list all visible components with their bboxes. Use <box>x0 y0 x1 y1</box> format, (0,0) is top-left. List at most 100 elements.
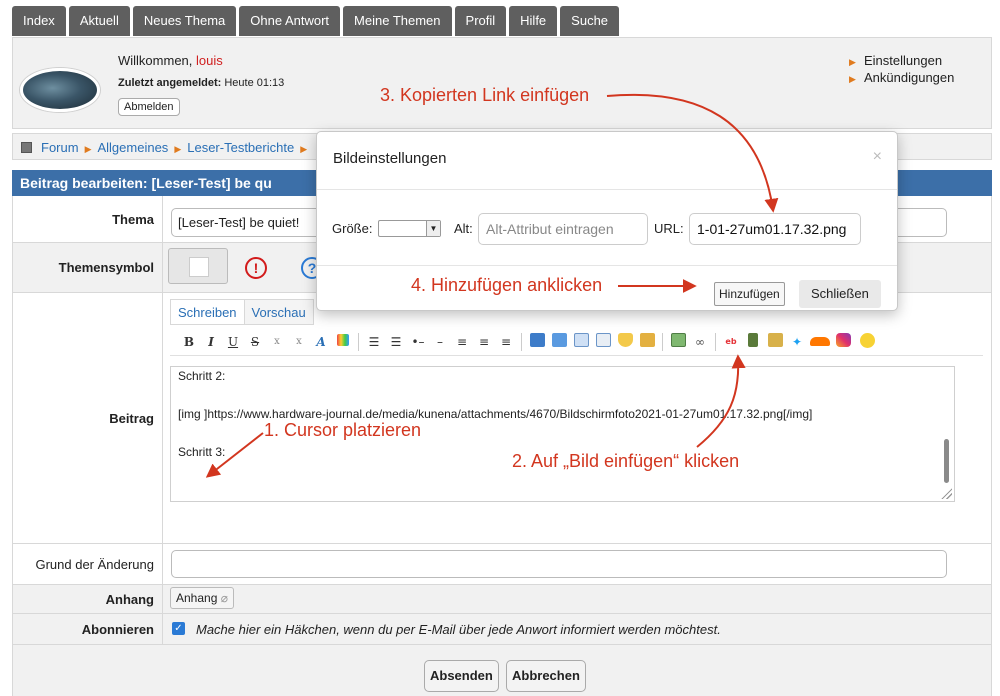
submit-button[interactable]: Absenden <box>424 660 499 692</box>
tab-vorschau[interactable]: Vorschau <box>243 299 314 325</box>
resize-grip-icon[interactable] <box>940 487 952 499</box>
reason-label: Grund der Änderung <box>13 544 163 584</box>
welcome-prefix: Willkommen, <box>118 53 197 68</box>
hide-icon[interactable] <box>594 332 612 351</box>
user-menu: ▶ Einstellungen ▶ Ankündigungen <box>849 53 954 87</box>
last-login: Zuletzt angemeldet: Heute 01:13 <box>118 77 284 89</box>
subscribe-text: Mache hier ein Häkchen, wenn du per E-Ma… <box>196 622 721 637</box>
toolbar-separator <box>521 332 522 351</box>
list-item-icon[interactable]: •– <box>409 333 427 351</box>
spoiler-icon[interactable] <box>616 332 634 351</box>
annotation-step-3: 3. Kopierten Link einfügen <box>380 85 590 105</box>
table-icon[interactable] <box>572 332 590 351</box>
editor-toolbar: B I U S x x A ☰ ☰ •– – ≡ ≡ ≡ ∞ eb ✦ <box>170 328 983 356</box>
beitrag-label: Beitrag <box>13 293 163 543</box>
tab-aktuell[interactable]: Aktuell <box>68 6 130 36</box>
subscribe-label: Abonnieren <box>13 614 163 644</box>
editor-line-1: Schritt 2: <box>178 369 226 383</box>
underline-icon[interactable]: U <box>224 333 242 351</box>
close-button[interactable]: Schließen <box>799 280 881 308</box>
emoticon-icon[interactable] <box>858 332 876 351</box>
avatar[interactable] <box>20 68 100 112</box>
annotation-step-2: 2. Auf „Bild einfügen“ klicken <box>512 451 740 471</box>
dialog-divider <box>317 265 897 266</box>
align-center-icon[interactable]: ≡ <box>475 333 493 351</box>
url-label: URL: <box>654 221 684 236</box>
scrollbar-thumb[interactable] <box>944 439 949 483</box>
row-actions <box>12 645 992 696</box>
row-reason: Grund der Änderung <box>12 544 992 585</box>
attachment-button[interactable]: Anhang ⌀ <box>170 587 234 609</box>
breadcrumb-forum[interactable]: Forum <box>41 140 79 155</box>
tab-meine-themen[interactable]: Meine Themen <box>343 6 452 36</box>
ordered-list-icon[interactable]: ☰ <box>387 333 405 351</box>
tab-neues-thema[interactable]: Neues Thema <box>132 6 237 36</box>
ebay-icon[interactable]: eb <box>722 333 740 351</box>
strikethrough-icon[interactable]: S <box>246 333 264 351</box>
logout-button[interactable]: Abmelden <box>118 98 180 116</box>
align-right-icon[interactable]: ≡ <box>497 333 515 351</box>
superscript-icon[interactable]: x <box>290 333 308 351</box>
subscribe-checkbox[interactable]: ✓ <box>172 622 185 635</box>
add-button[interactable]: Hinzufügen <box>714 282 785 306</box>
breadcrumb-arrow-icon: ▶ <box>174 144 182 154</box>
arrow-right-icon: ▶ <box>849 57 856 67</box>
soundcloud-icon[interactable] <box>810 333 830 351</box>
color-icon[interactable] <box>334 333 352 351</box>
document-icon <box>189 257 209 277</box>
italic-icon[interactable]: I <box>202 333 220 351</box>
annotation-step-1: 1. Cursor platzieren <box>264 420 422 440</box>
tab-schreiben[interactable]: Schreiben <box>170 299 245 325</box>
topic-icon-default[interactable] <box>168 248 228 284</box>
confidential-icon[interactable] <box>638 332 656 351</box>
main-nav: Index Aktuell Neues Thema Ohne Antwort M… <box>12 6 620 36</box>
user-menu-announcements-label: Ankündigungen <box>864 70 955 85</box>
attachment-button-label: Anhang <box>176 591 218 605</box>
size-select[interactable]: ▼ <box>378 220 441 237</box>
toolbar-separator <box>715 332 716 351</box>
alt-input[interactable]: Alt-Attribut eintragen <box>478 213 648 245</box>
horizontal-rule-icon[interactable]: – <box>431 333 449 351</box>
welcome-text: Willkommen, louis <box>118 53 223 68</box>
cancel-button[interactable]: Abbrechen <box>506 660 586 692</box>
quote-icon[interactable] <box>528 332 546 351</box>
insert-image-icon[interactable] <box>669 332 687 351</box>
close-icon[interactable]: × <box>873 148 882 166</box>
tab-suche[interactable]: Suche <box>560 6 620 36</box>
themensymbol-label: Themensymbol <box>13 243 163 292</box>
user-menu-announcements[interactable]: ▶ Ankündigungen <box>849 70 954 87</box>
alt-label: Alt: <box>454 221 473 236</box>
breadcrumb-allgemeines[interactable]: Allgemeines <box>97 140 168 155</box>
username-link[interactable]: louis <box>196 53 223 68</box>
tab-hilfe[interactable]: Hilfe <box>509 6 558 36</box>
code-icon[interactable] <box>550 332 568 351</box>
thema-label: Thema <box>13 196 163 242</box>
breadcrumb: Forum ▶ Allgemeines ▶ Leser-Testberichte ▶ <box>41 140 313 155</box>
map-icon[interactable] <box>766 332 784 351</box>
unordered-list-icon[interactable]: ☰ <box>365 333 383 351</box>
tab-index[interactable]: Index <box>12 6 66 36</box>
editor-tabs: Schreiben Vorschau <box>170 299 314 325</box>
url-input[interactable]: 1-01-27um01.17.32.png <box>689 213 861 245</box>
topic-icon-alert[interactable]: ! <box>245 257 267 279</box>
user-menu-settings[interactable]: ▶ Einstellungen <box>849 53 954 70</box>
subscript-icon[interactable]: x <box>268 333 286 351</box>
instagram-icon[interactable] <box>832 332 854 351</box>
breadcrumb-leser-testberichte[interactable]: Leser-Testberichte <box>187 140 294 155</box>
font-size-icon[interactable]: A <box>312 333 330 351</box>
tab-ohne-antwort[interactable]: Ohne Antwort <box>239 6 341 36</box>
editor-line-2: [img ]https://www.hardware-journal.de/me… <box>178 407 813 421</box>
dialog-title: Bildeinstellungen <box>333 150 447 167</box>
breadcrumb-arrow-icon: ▶ <box>300 144 308 154</box>
video-icon[interactable] <box>744 332 762 351</box>
tab-profil[interactable]: Profil <box>454 6 507 36</box>
align-left-icon[interactable]: ≡ <box>453 333 471 351</box>
toolbar-separator <box>662 332 663 351</box>
user-menu-settings-label: Einstellungen <box>864 53 943 68</box>
link-icon[interactable]: ∞ <box>691 333 709 351</box>
twitter-icon[interactable]: ✦ <box>788 333 806 351</box>
bold-icon[interactable]: B <box>180 333 198 351</box>
toolbar-separator <box>358 332 359 351</box>
dialog-divider <box>317 189 897 190</box>
reason-input[interactable] <box>171 550 947 578</box>
